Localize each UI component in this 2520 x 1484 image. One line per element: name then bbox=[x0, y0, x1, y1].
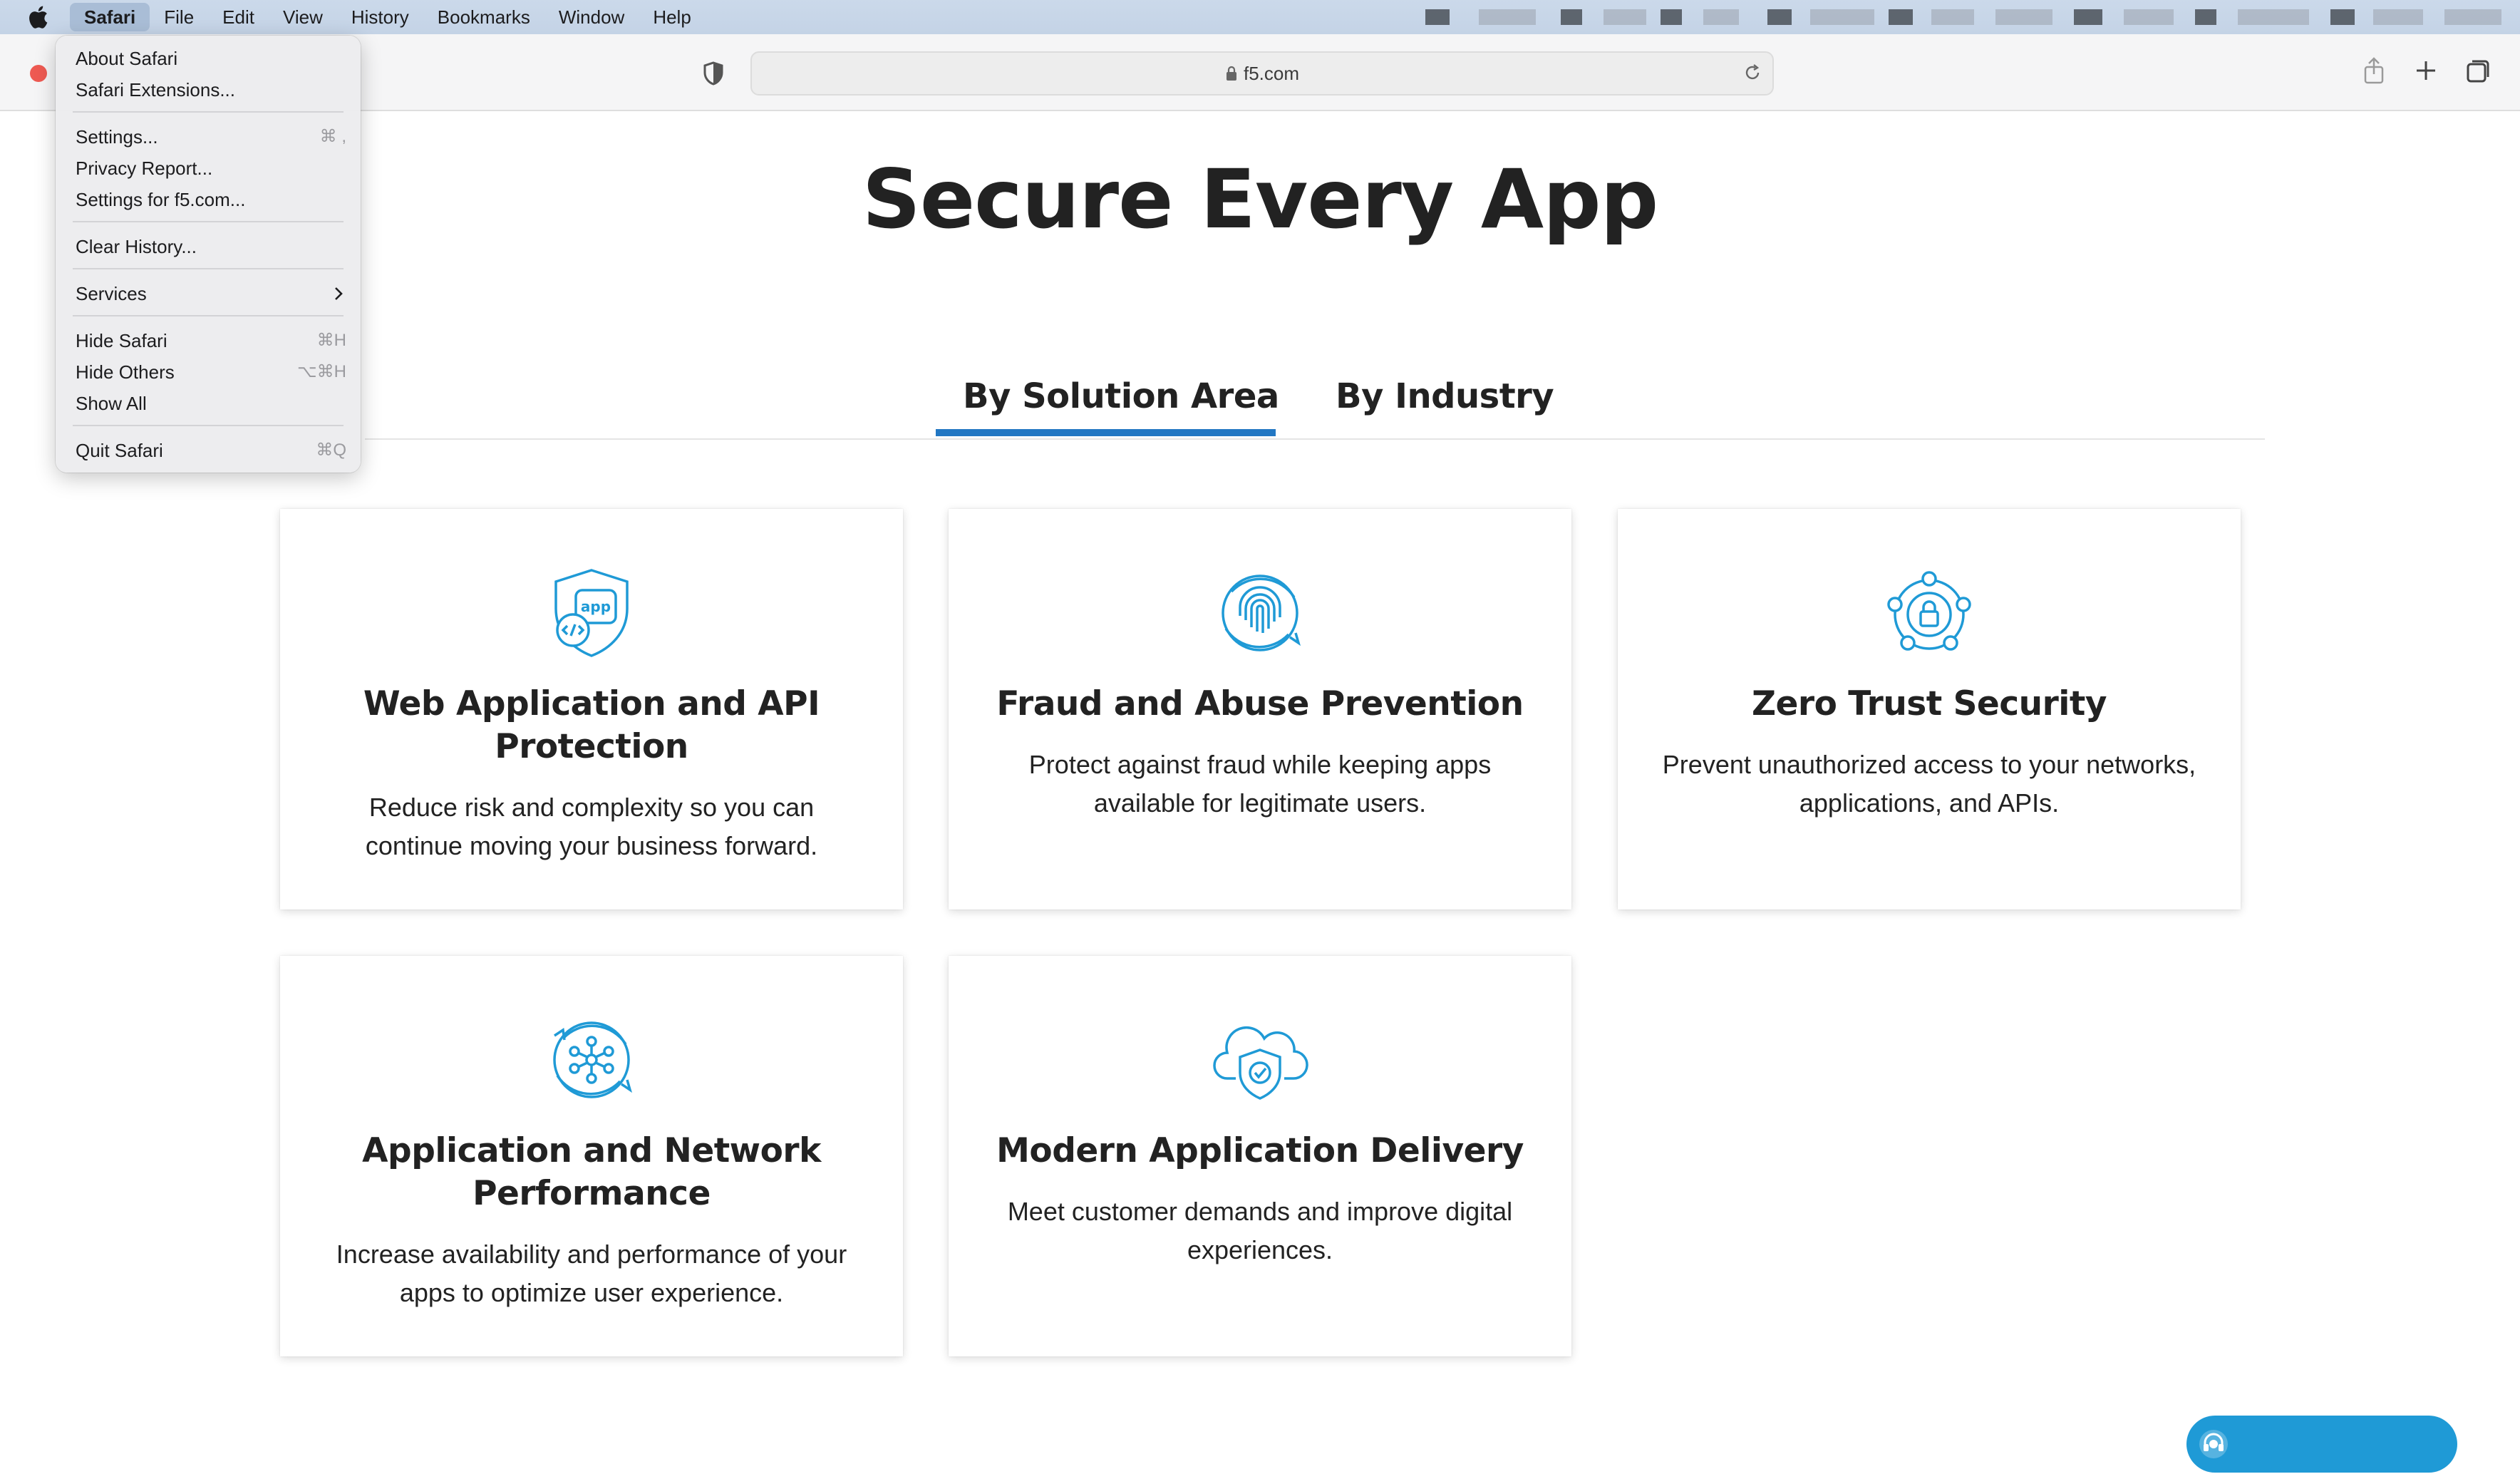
menu-item-show-all[interactable]: Show All bbox=[76, 388, 346, 419]
menu-shortcut: ⌥⌘H bbox=[297, 362, 346, 381]
share-icon[interactable] bbox=[2359, 56, 2389, 86]
card-description: Reduce risk and complexity so you can co… bbox=[365, 793, 818, 860]
solution-card-delivery[interactable]: Modern Application Delivery Meet custome… bbox=[949, 956, 1571, 1356]
card-title: Web Application and API Protection bbox=[363, 684, 820, 766]
menu-safari[interactable]: Safari bbox=[70, 3, 150, 31]
menu-item-about-safari[interactable]: About Safari bbox=[76, 43, 346, 74]
card-description: Meet customer demands and improve digita… bbox=[1007, 1197, 1513, 1264]
app-shield-icon: app bbox=[554, 569, 629, 657]
lock-icon bbox=[1226, 66, 1236, 81]
tab-by-solution-area[interactable]: By Solution Area bbox=[963, 376, 1279, 416]
menu-item-label: Privacy Report... bbox=[76, 158, 213, 179]
card-description: Prevent unauthorized access to your netw… bbox=[1662, 750, 2196, 818]
menu-bar: Safari File Edit View History Bookmarks … bbox=[0, 0, 2520, 34]
solution-card-zero-trust[interactable]: Zero Trust Security Prevent unauthorized… bbox=[1618, 509, 2241, 910]
menu-help[interactable]: Help bbox=[639, 0, 705, 34]
solution-card-performance[interactable]: Application and Network Performance Incr… bbox=[280, 956, 903, 1356]
chevron-right-icon bbox=[335, 287, 343, 300]
menu-bookmarks[interactable]: Bookmarks bbox=[423, 0, 544, 34]
menu-item-label: Hide Safari bbox=[76, 330, 167, 351]
tab-by-industry[interactable]: By Industry bbox=[1336, 376, 1554, 416]
menu-separator bbox=[73, 111, 344, 113]
menu-item-hide-safari[interactable]: Hide Safari ⌘H bbox=[76, 325, 346, 356]
url-text: f5.com bbox=[1243, 62, 1300, 84]
menu-separator bbox=[73, 268, 344, 269]
chat-headset-icon bbox=[2199, 1430, 2228, 1458]
menu-history[interactable]: History bbox=[337, 0, 423, 34]
menu-item-settings[interactable]: Settings... ⌘ , bbox=[76, 121, 346, 153]
svg-text:app: app bbox=[581, 598, 611, 615]
menu-item-quit-safari[interactable]: Quit Safari ⌘Q bbox=[76, 435, 346, 466]
solution-card-fraud[interactable]: Fraud and Abuse Prevention Protect again… bbox=[949, 509, 1571, 910]
menu-item-label: Show All bbox=[76, 393, 147, 414]
card-title: Modern Application Delivery bbox=[996, 1131, 1524, 1170]
menu-separator bbox=[73, 315, 344, 316]
chat-button[interactable] bbox=[2186, 1416, 2457, 1473]
menu-item-label: Clear History... bbox=[76, 236, 197, 257]
cloud-shield-icon bbox=[1213, 1026, 1308, 1100]
menu-item-privacy-report[interactable]: Privacy Report... bbox=[76, 153, 346, 184]
card-title: Fraud and Abuse Prevention bbox=[996, 684, 1524, 723]
lock-network-icon bbox=[1887, 571, 1971, 651]
menu-item-label: Quit Safari bbox=[76, 440, 163, 461]
network-hub-icon bbox=[553, 1021, 632, 1098]
menu-view[interactable]: View bbox=[269, 0, 337, 34]
menu-window[interactable]: Window bbox=[544, 0, 639, 34]
close-window-button[interactable] bbox=[30, 65, 47, 82]
menu-item-clear-history[interactable]: Clear History... bbox=[76, 231, 346, 262]
card-description: Protect against fraud while keeping apps… bbox=[1028, 750, 1492, 818]
active-tab-indicator bbox=[936, 429, 1276, 436]
menu-shortcut: ⌘Q bbox=[316, 440, 346, 460]
new-tab-icon[interactable] bbox=[2411, 56, 2441, 86]
menu-shortcut: ⌘ , bbox=[319, 127, 346, 146]
fingerprint-icon bbox=[1222, 574, 1301, 651]
menu-item-label: Services bbox=[76, 283, 147, 304]
menu-separator bbox=[73, 425, 344, 426]
page-title: Secure Every App bbox=[862, 152, 1659, 247]
card-description: Increase availability and performance of… bbox=[336, 1240, 847, 1307]
menu-shortcut: ⌘H bbox=[316, 331, 346, 350]
apple-logo-icon[interactable] bbox=[27, 5, 48, 29]
menu-edit[interactable]: Edit bbox=[208, 0, 269, 34]
browser-toolbar: f5.com bbox=[0, 34, 2520, 111]
menu-item-label: Safari Extensions... bbox=[76, 79, 235, 101]
menu-item-site-settings[interactable]: Settings for f5.com... bbox=[76, 184, 346, 215]
tabs-divider bbox=[365, 438, 2265, 440]
menu-item-label: Hide Others bbox=[76, 361, 175, 383]
menu-item-services[interactable]: Services bbox=[76, 278, 346, 309]
solution-card-waap[interactable]: app Web Application and API Protection R… bbox=[280, 509, 903, 910]
card-title: Application and Network Performance bbox=[362, 1131, 821, 1213]
reload-icon[interactable] bbox=[1742, 63, 1762, 83]
menu-item-label: Settings for f5.com... bbox=[76, 189, 246, 210]
menu-item-label: Settings... bbox=[76, 126, 158, 148]
safari-menu-dropdown: About Safari Safari Extensions... Settin… bbox=[56, 36, 361, 473]
card-title: Zero Trust Security bbox=[1751, 684, 2107, 723]
address-bar[interactable]: f5.com bbox=[750, 51, 1774, 96]
menu-separator bbox=[73, 221, 344, 222]
menu-item-label: About Safari bbox=[76, 48, 178, 69]
menu-file[interactable]: File bbox=[150, 0, 208, 34]
privacy-shield-icon[interactable] bbox=[703, 61, 724, 86]
menu-item-safari-extensions[interactable]: Safari Extensions... bbox=[76, 74, 346, 105]
tab-overview-icon[interactable] bbox=[2464, 56, 2494, 86]
menu-item-hide-others[interactable]: Hide Others ⌥⌘H bbox=[76, 356, 346, 388]
